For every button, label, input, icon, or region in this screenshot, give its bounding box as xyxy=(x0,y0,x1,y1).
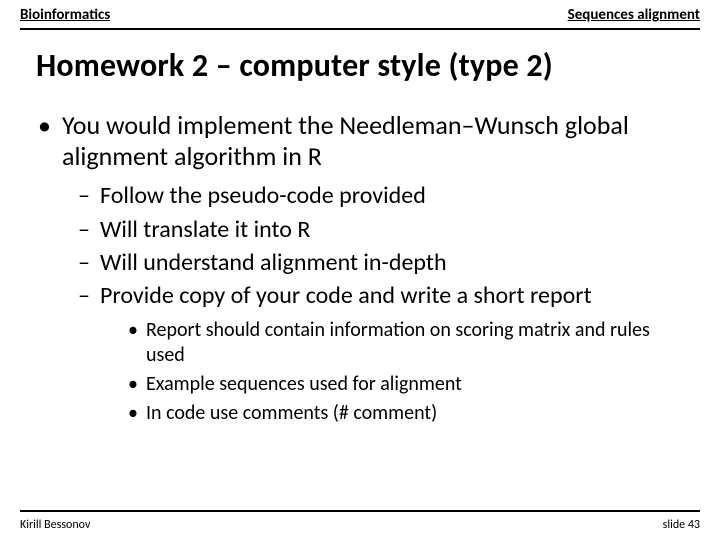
bullet-text: Will understand alignment in-depth xyxy=(100,248,447,277)
header-right: Sequences alignment xyxy=(568,6,700,24)
bullet-text: Provide copy of your code and write a sh… xyxy=(100,281,592,310)
header-rule xyxy=(20,28,700,30)
bullet-list-level3: Report should contain information on sco… xyxy=(128,318,692,426)
bullet-text: Report should contain information on sco… xyxy=(146,318,650,367)
bullet-list-level2: Follow the pseudo-code provided Will tra… xyxy=(78,181,692,426)
footer-author: Kirill Bessonov xyxy=(20,518,90,532)
bullet-text: Will translate it into R xyxy=(100,215,310,244)
slide-title: Homework 2 – computer style (type 2) xyxy=(36,46,684,85)
footer-row: Kirill Bessonov slide 43 xyxy=(20,518,700,532)
list-item: Report should contain information on sco… xyxy=(128,318,692,368)
list-item: You would implement the Needleman–Wunsch… xyxy=(36,110,692,426)
footer-rule xyxy=(20,510,700,512)
slide: Bioinformatics Sequences alignment Homew… xyxy=(0,0,720,540)
slide-body: You would implement the Needleman–Wunsch… xyxy=(36,110,692,436)
bullet-text: Follow the pseudo-code provided xyxy=(100,181,426,210)
list-item: Example sequences used for alignment xyxy=(128,372,692,397)
bullet-text: Example sequences used for alignment xyxy=(146,372,462,396)
bullet-text: You would implement the Needleman–Wunsch… xyxy=(62,109,629,172)
bullet-list-level1: You would implement the Needleman–Wunsch… xyxy=(36,110,692,426)
list-item: In code use comments (# comment) xyxy=(128,401,692,426)
list-item: Will understand alignment in-depth xyxy=(78,248,692,277)
header-left: Bioinformatics xyxy=(20,6,110,24)
list-item: Follow the pseudo-code provided xyxy=(78,181,692,210)
header-row: Bioinformatics Sequences alignment xyxy=(20,6,700,24)
list-item: Will translate it into R xyxy=(78,215,692,244)
list-item: Provide copy of your code and write a sh… xyxy=(78,281,692,426)
bullet-text: In code use comments (# comment) xyxy=(146,401,437,425)
footer-slide-number: slide 43 xyxy=(663,518,700,532)
